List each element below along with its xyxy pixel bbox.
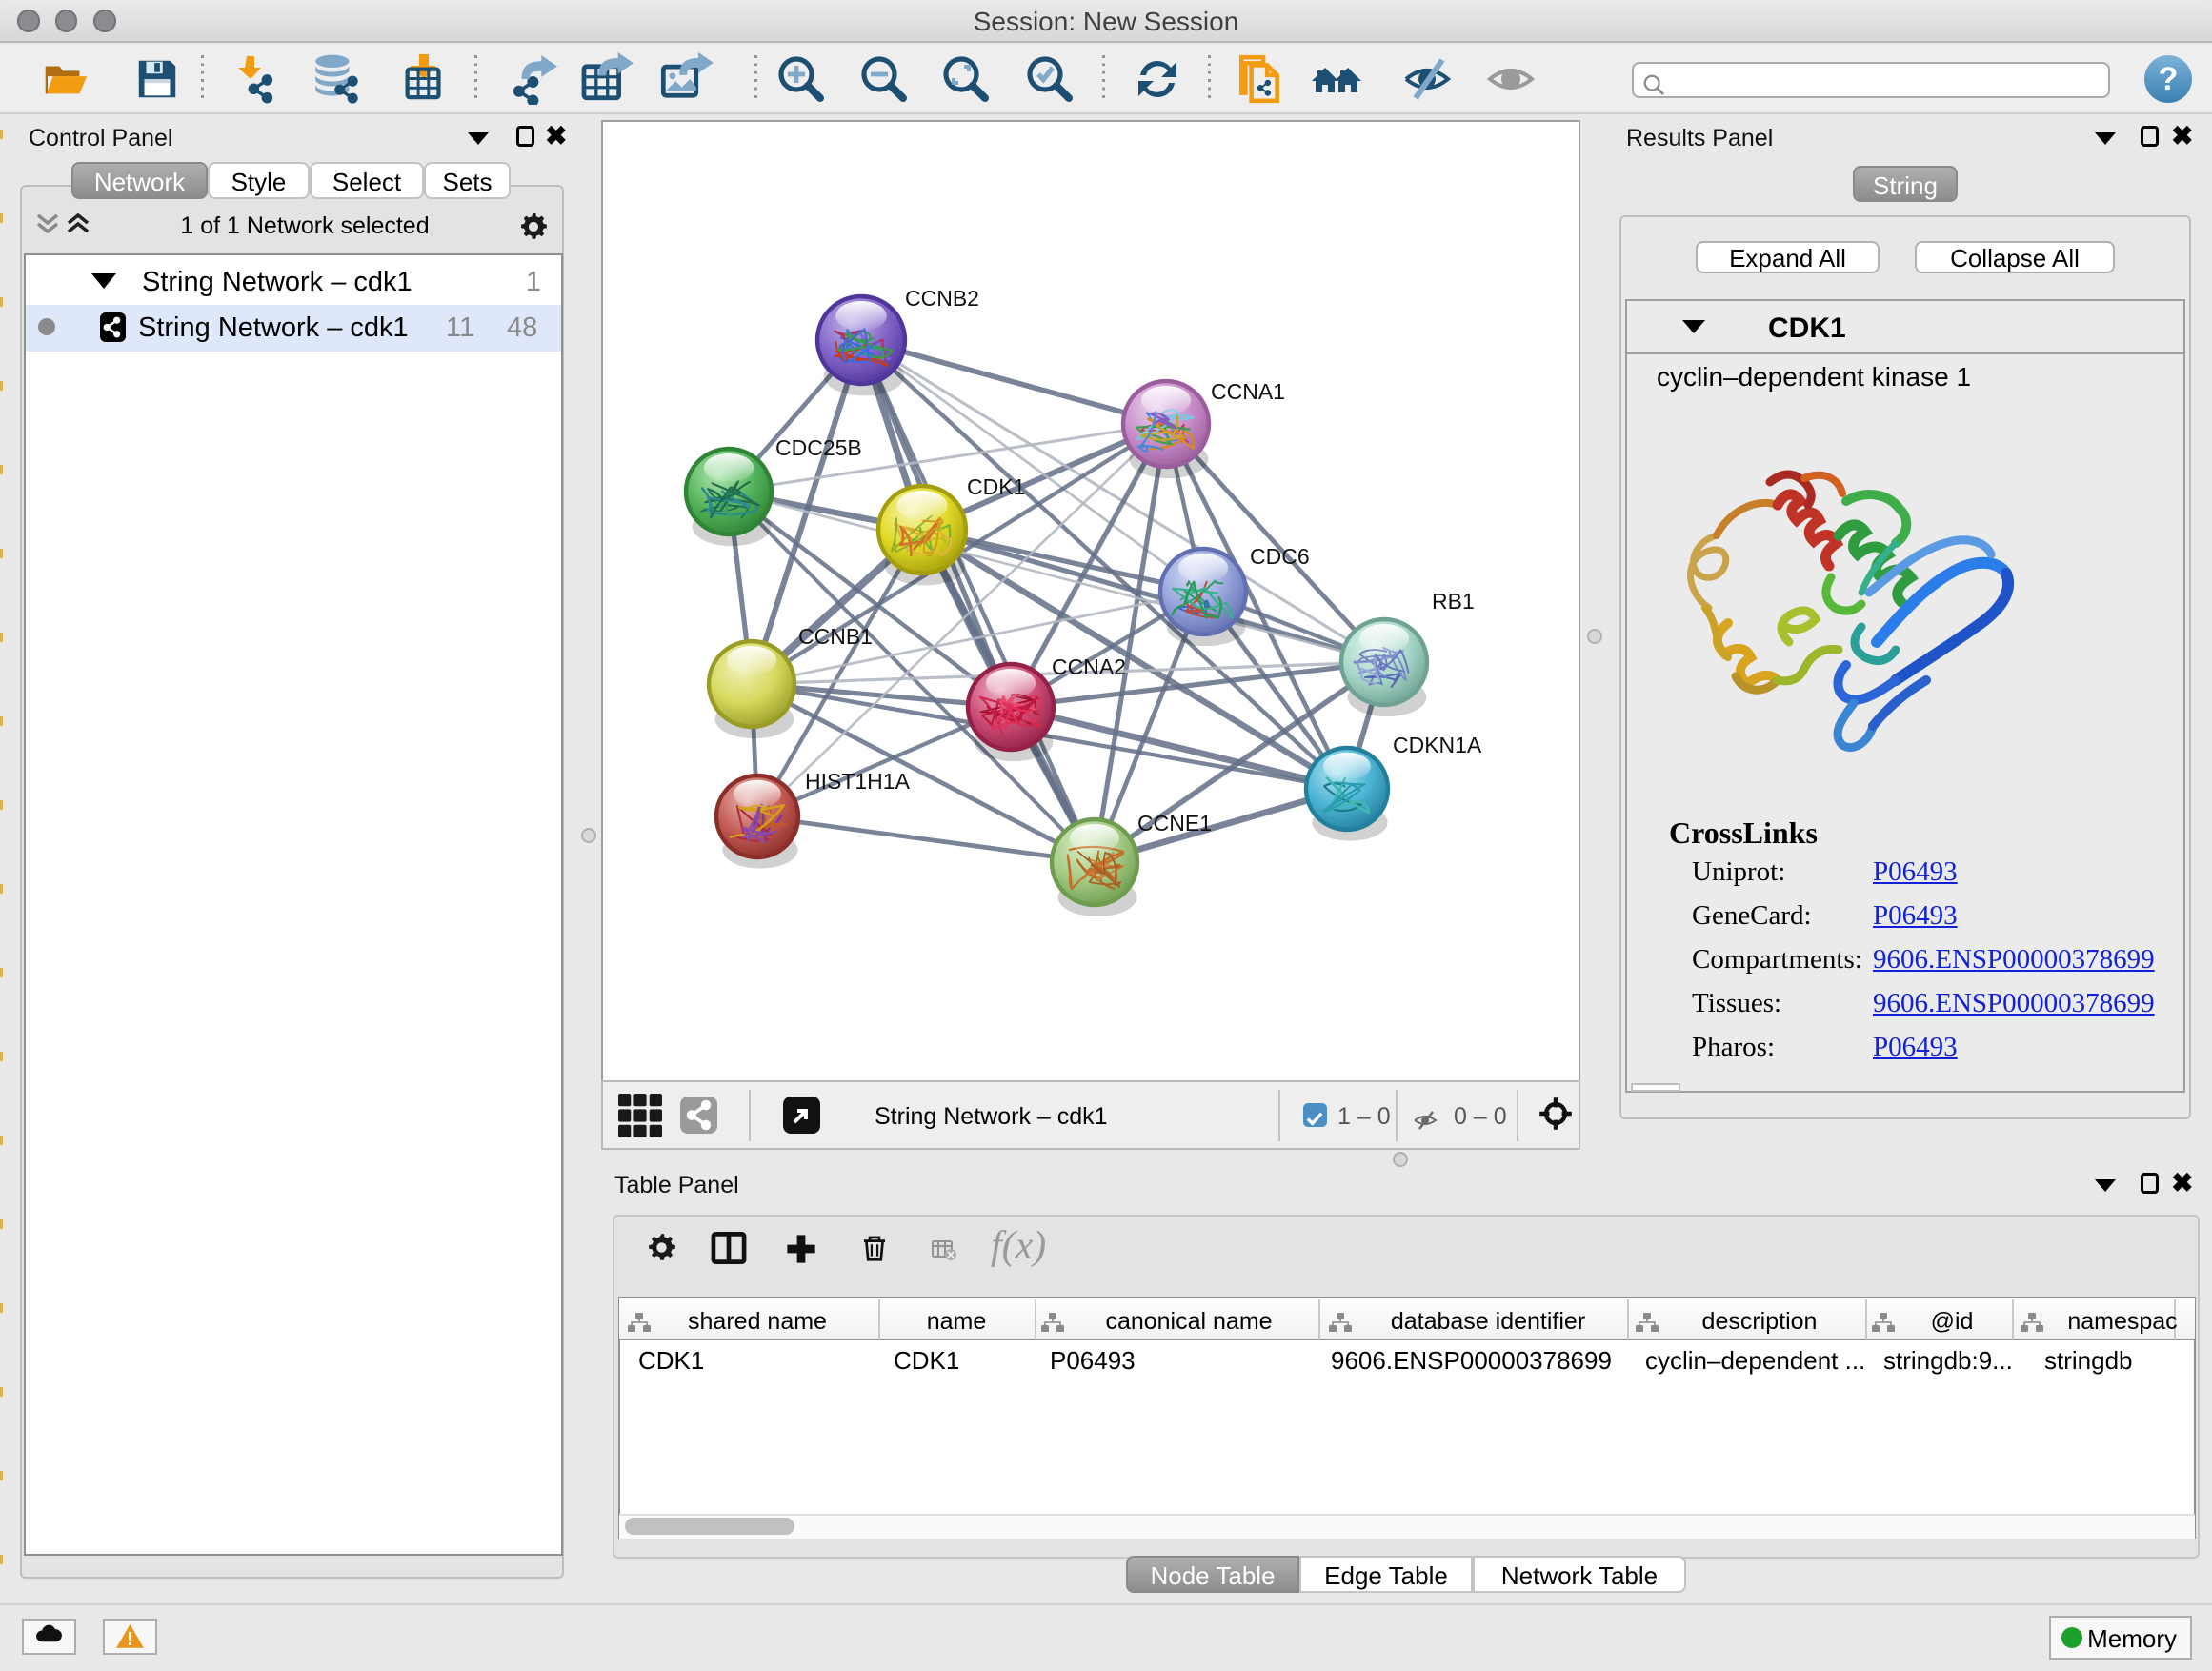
svg-text:CCNB2: CCNB2 — [905, 286, 979, 311]
svg-text:CCNB1: CCNB1 — [798, 624, 873, 649]
svg-text:CCNA2: CCNA2 — [1052, 654, 1126, 679]
svg-text:RB1: RB1 — [1432, 589, 1475, 614]
svg-text:HIST1H1A: HIST1H1A — [805, 769, 911, 794]
svg-text:CCNE1: CCNE1 — [1137, 811, 1212, 836]
svg-text:CDC6: CDC6 — [1250, 544, 1310, 569]
svg-text:CCNA1: CCNA1 — [1211, 379, 1285, 404]
svg-text:CDKN1A: CDKN1A — [1393, 733, 1482, 757]
svg-text:CDK1: CDK1 — [967, 474, 1025, 499]
svg-text:CDC25B: CDC25B — [775, 435, 862, 460]
